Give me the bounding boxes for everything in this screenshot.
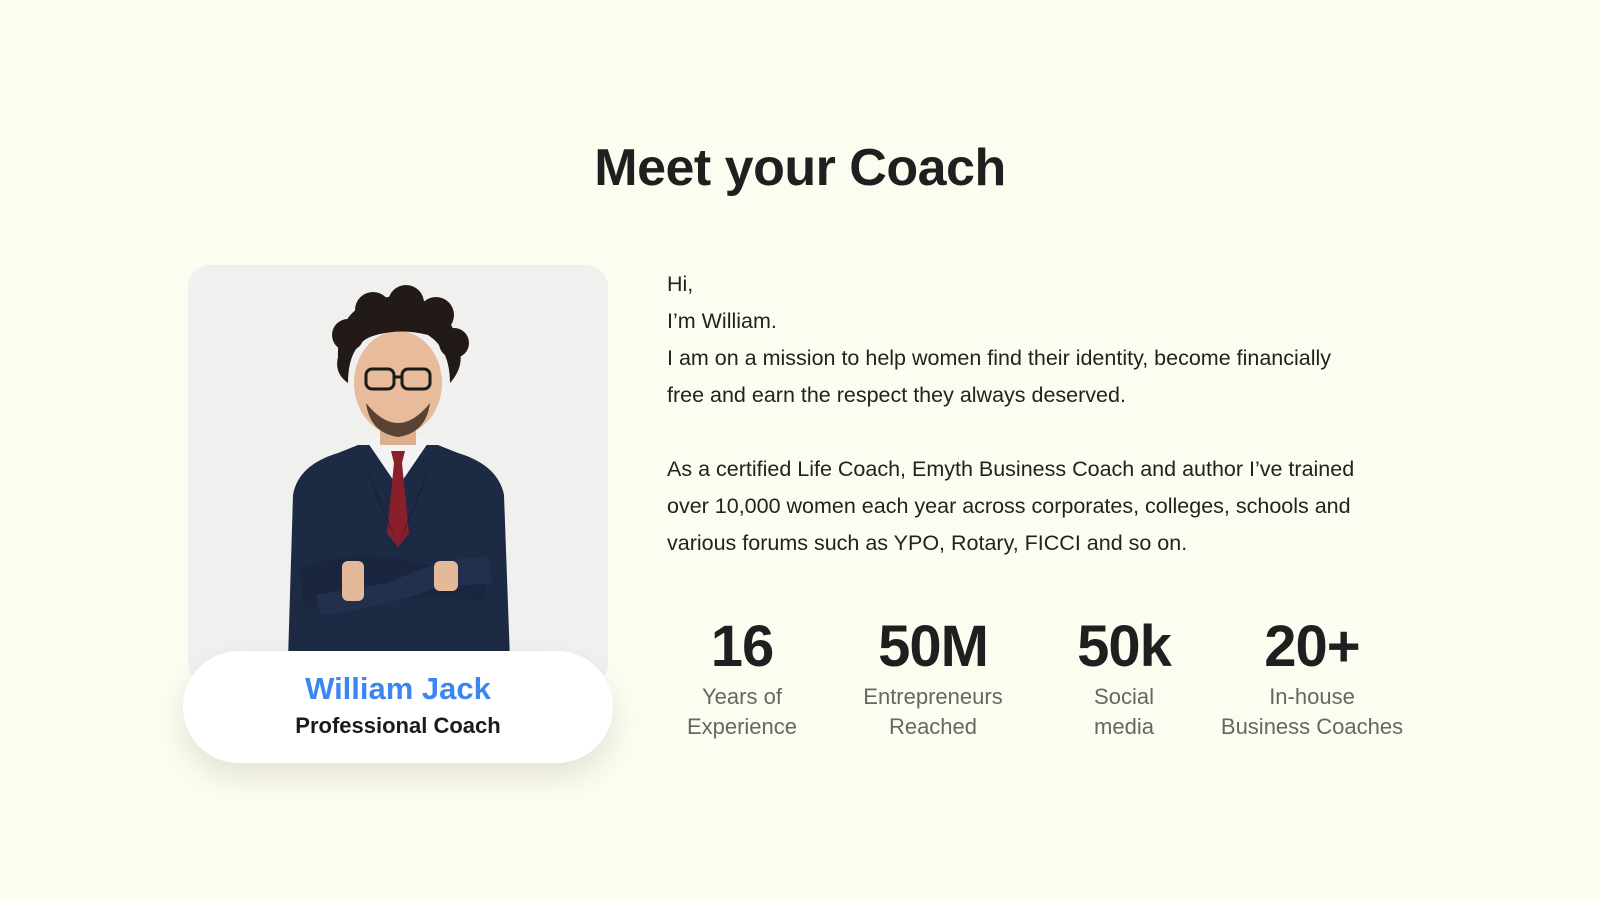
coach-name-plate: William Jack Professional Coach [183,651,613,763]
stat-value: 50M [878,614,989,679]
coach-bio: Hi, I’m William. I am on a mission to he… [667,266,1427,562]
coach-portrait [188,265,608,685]
stat-years-experience: 16 Years of Experience [667,612,817,742]
stats-row: 16 Years of Experience 50M Entrepreneurs… [667,612,1425,742]
stat-label: Business Coaches [1220,714,1404,739]
stat-business-coaches: 20+ In-house Business Coaches [1199,612,1425,742]
section-title: Meet your Coach [594,139,1006,197]
stat-value: 20+ [1264,614,1360,679]
bio-mission-line: I am on a mission to help women find the… [667,346,1332,370]
coach-role: Professional Coach [295,713,501,738]
stat-value: 50k [1077,614,1172,679]
coach-photo-card [188,265,608,685]
stat-social-media: 50k Social media [1049,612,1199,742]
bio-credentials-line: various forums such as YPO, Rotary, FICC… [667,531,1188,555]
bio-mission-line: free and earn the respect they always de… [667,383,1126,407]
stat-entrepreneurs-reached: 50M Entrepreneurs Reached [817,612,1049,742]
bio-paragraph-gap [667,414,1427,451]
bio-intro: I’m William. [667,309,777,333]
bio-greeting: Hi, [667,272,694,296]
bio-credentials-line: over 10,000 women each year across corpo… [667,494,1351,518]
stat-value: 16 [710,614,775,679]
coach-name: William Jack [305,671,491,706]
stat-label: Years of [702,684,782,709]
stat-label: Entrepreneurs [863,684,1003,709]
stat-label: Reached [888,714,978,739]
bio-credentials-line: As a certified Life Coach, Emyth Busines… [667,457,1355,481]
stat-label: Social [1094,684,1154,709]
stat-label: Experience [686,714,798,739]
stat-label: media [1094,714,1154,739]
stat-label: In-house [1269,684,1355,709]
